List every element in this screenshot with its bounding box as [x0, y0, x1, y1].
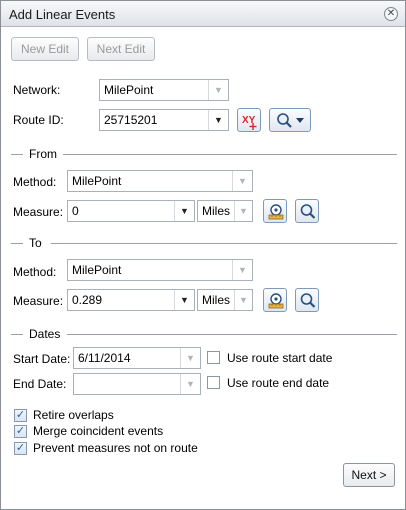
end-date-label: End Date:	[13, 377, 67, 391]
start-date-label: Start Date:	[13, 352, 71, 366]
retire-overlaps-checkbox[interactable]: ✓	[14, 409, 27, 422]
chevron-down-icon: ▼	[208, 80, 228, 100]
use-route-end-date-label: Use route end date	[227, 376, 330, 390]
from-measure-input[interactable]: 0 ▼	[67, 200, 195, 222]
next-button[interactable]: Next >	[343, 463, 395, 487]
to-measure-label: Measure:	[13, 294, 64, 308]
to-measure-search-button[interactable]	[295, 288, 319, 312]
to-section-header: To	[11, 236, 397, 250]
dates-section-header: Dates	[11, 327, 397, 341]
dates-section-label: Dates	[29, 327, 61, 341]
magnifier-icon	[300, 293, 316, 308]
measure-pick-icon	[268, 204, 284, 220]
window-title: Add Linear Events	[9, 7, 116, 22]
from-measure-value: 0	[72, 204, 79, 218]
from-section-header: From	[11, 147, 397, 161]
chevron-down-icon: ▼	[174, 201, 194, 221]
use-route-end-date-checkbox[interactable]	[207, 376, 220, 389]
new-edit-button[interactable]: New Edit	[11, 37, 79, 61]
chevron-down-icon: ▼	[174, 290, 194, 310]
magnifier-icon	[300, 204, 316, 219]
from-measure-label: Measure:	[13, 205, 64, 219]
from-units-value: Miles	[202, 204, 231, 218]
measure-pick-icon	[268, 293, 284, 309]
start-date-picker[interactable]: 6/11/2014 ▼	[73, 347, 201, 369]
merge-coincident-events-label: Merge coincident events	[33, 424, 164, 438]
from-measure-pick-button[interactable]	[263, 199, 287, 223]
to-measure-pick-button[interactable]	[263, 288, 287, 312]
title-bar: Add Linear Events ✕	[1, 1, 405, 27]
to-method-select[interactable]: MilePoint ▼	[67, 259, 253, 281]
from-method-label: Method:	[13, 175, 57, 189]
to-units-select[interactable]: Miles ▼	[197, 289, 253, 311]
to-section-label: To	[29, 236, 42, 250]
from-method-select[interactable]: MilePoint ▼	[67, 170, 253, 192]
chevron-down-icon: ▼	[208, 110, 228, 130]
chevron-down-icon: ▼	[180, 374, 200, 394]
to-method-value: MilePoint	[72, 263, 122, 277]
start-date-value: 6/11/2014	[78, 351, 131, 365]
to-units-value: Miles	[202, 293, 231, 307]
route-id-label: Route ID:	[13, 113, 64, 127]
from-section-label: From	[29, 147, 57, 161]
to-method-label: Method:	[13, 265, 57, 279]
route-id-combobox[interactable]: 25715201 ▼	[99, 109, 229, 131]
from-units-select[interactable]: Miles ▼	[197, 200, 253, 222]
xy-icon: XY	[242, 115, 257, 130]
add-linear-events-window: Add Linear Events ✕ New Edit Next Edit N…	[0, 0, 406, 510]
from-method-value: MilePoint	[72, 174, 122, 188]
route-id-value: 25715201	[104, 113, 158, 127]
next-edit-button[interactable]: Next Edit	[87, 37, 155, 61]
xy-locate-button[interactable]: XY	[237, 108, 261, 132]
to-measure-value: 0.289	[72, 293, 103, 307]
use-route-start-date-checkbox[interactable]	[207, 351, 220, 364]
to-measure-input[interactable]: 0.289 ▼	[67, 289, 195, 311]
network-label: Network:	[13, 83, 61, 97]
route-search-button[interactable]	[269, 108, 311, 132]
prevent-measures-label: Prevent measures not on route	[33, 441, 198, 455]
end-date-picker[interactable]: ▼	[73, 373, 201, 395]
use-route-start-date-label: Use route start date	[227, 351, 333, 365]
network-select[interactable]: MilePoint ▼	[99, 79, 229, 101]
merge-coincident-events-checkbox[interactable]: ✓	[14, 425, 27, 438]
retire-overlaps-label: Retire overlaps	[33, 408, 114, 422]
from-measure-search-button[interactable]	[295, 199, 319, 223]
chevron-down-icon: ▼	[232, 171, 252, 191]
network-value: MilePoint	[104, 83, 154, 97]
chevron-down-icon: ▼	[232, 260, 252, 280]
magnifier-icon	[277, 113, 304, 128]
chevron-down-icon: ▼	[234, 201, 252, 221]
close-icon[interactable]: ✕	[384, 7, 398, 21]
prevent-measures-checkbox[interactable]: ✓	[14, 442, 27, 455]
chevron-down-icon: ▼	[180, 348, 200, 368]
chevron-down-icon: ▼	[234, 290, 252, 310]
